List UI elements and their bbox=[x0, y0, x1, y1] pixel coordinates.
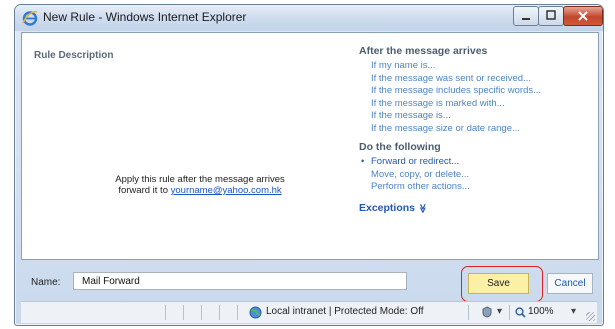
rule-description-text: Apply this rule after the message arrive… bbox=[22, 174, 378, 196]
action-item-selected[interactable]: • Forward or redirect... bbox=[359, 156, 595, 169]
rule-options-panel: After the message arrives If my name is.… bbox=[359, 45, 595, 214]
close-icon bbox=[578, 11, 588, 21]
name-label: Name: bbox=[31, 277, 61, 288]
status-divider bbox=[219, 305, 220, 320]
condition-item[interactable]: If the message is... bbox=[359, 110, 595, 123]
action-item[interactable]: Move, copy, or delete... bbox=[359, 169, 595, 182]
rule-description-line2: forward it to yourname@yahoo.com.hk bbox=[22, 185, 378, 196]
save-button[interactable]: Save bbox=[468, 273, 529, 294]
status-divider bbox=[183, 305, 184, 320]
rule-name-input[interactable] bbox=[73, 272, 407, 290]
rule-description-prefix: forward it to bbox=[118, 185, 168, 196]
actions-heading: Do the following bbox=[359, 141, 441, 153]
condition-item[interactable]: If the message size or date range... bbox=[359, 123, 595, 136]
action-item[interactable]: Perform other actions... bbox=[359, 181, 595, 194]
security-zone-text[interactable]: Local intranet | Protected Mode: Off bbox=[266, 306, 424, 317]
status-divider bbox=[201, 305, 202, 320]
condition-item[interactable]: If the message includes specific words..… bbox=[359, 85, 595, 98]
security-settings-icon[interactable] bbox=[481, 306, 493, 321]
condition-item[interactable]: If the message is marked with... bbox=[359, 98, 595, 111]
double-chevron-down-icon: ≫ bbox=[418, 203, 429, 213]
globe-icon bbox=[249, 306, 262, 319]
close-button[interactable] bbox=[563, 6, 603, 26]
maximize-button[interactable] bbox=[538, 6, 564, 26]
condition-item[interactable]: If my name is... bbox=[359, 60, 595, 73]
zoom-dropdown-icon[interactable]: ▾ bbox=[571, 306, 576, 317]
rule-description-label: Rule Description bbox=[34, 50, 114, 61]
browser-window: New Rule - Windows Internet Explorer Rul… bbox=[14, 4, 604, 326]
action-label: Forward or redirect... bbox=[371, 156, 460, 167]
title-bar: New Rule - Windows Internet Explorer bbox=[15, 5, 603, 31]
rule-editor: Rule Description Apply this rule after t… bbox=[21, 32, 599, 260]
exceptions-label: Exceptions bbox=[359, 201, 416, 214]
rule-description-line1: Apply this rule after the message arrive… bbox=[115, 174, 285, 185]
status-divider bbox=[237, 305, 238, 320]
conditions-heading: After the message arrives bbox=[359, 45, 488, 57]
magnifier-icon[interactable] bbox=[515, 307, 526, 318]
minimize-button[interactable] bbox=[513, 6, 539, 26]
minimize-icon bbox=[522, 18, 530, 20]
selected-bullet: • bbox=[361, 156, 365, 167]
resize-grip[interactable] bbox=[586, 312, 595, 321]
zoom-level[interactable]: 100% bbox=[528, 306, 554, 317]
forward-email-link[interactable]: yourname@yahoo.com.hk bbox=[171, 185, 282, 196]
rule-name-bar: Name: Save Cancel bbox=[21, 262, 597, 302]
cancel-button[interactable]: Cancel bbox=[547, 273, 593, 294]
security-dropdown-icon[interactable]: ▾ bbox=[497, 306, 502, 317]
maximize-icon bbox=[546, 10, 556, 20]
status-divider bbox=[165, 305, 166, 320]
condition-item[interactable]: If the message was sent or received... bbox=[359, 73, 595, 86]
window-title: New Rule - Windows Internet Explorer bbox=[43, 10, 247, 24]
status-divider bbox=[468, 305, 469, 320]
status-divider bbox=[509, 305, 510, 320]
status-bar: Local intranet | Protected Mode: Off ▾ 1… bbox=[21, 301, 597, 323]
internet-explorer-icon bbox=[22, 10, 38, 26]
exceptions-toggle[interactable]: Exceptions ≫ bbox=[359, 202, 595, 214]
